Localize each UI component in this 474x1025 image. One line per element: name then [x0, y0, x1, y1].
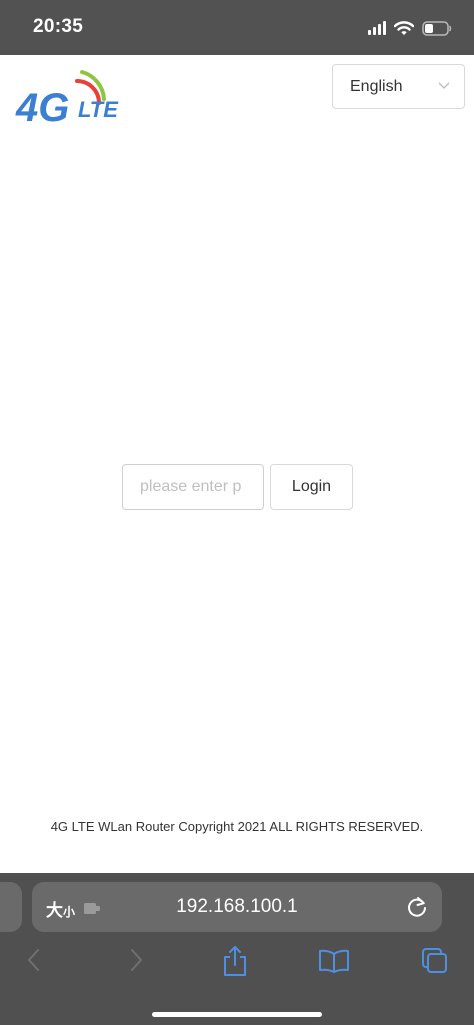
status-time: 20:35 — [33, 16, 84, 37]
status-bar: 20:35 — [0, 0, 474, 55]
login-button[interactable]: Login — [270, 464, 353, 510]
4g-lte-logo: 4G LTE — [14, 63, 140, 129]
svg-text:4G: 4G — [15, 86, 69, 129]
login-form: Login — [122, 464, 353, 510]
forward-icon[interactable] — [126, 947, 146, 973]
reload-icon[interactable] — [406, 895, 428, 919]
browser-bottom-bar: 大小 192.168.100.1 — [0, 873, 474, 1025]
router-login-page: 4G LTE English Login 4G LTE WLan Router … — [0, 55, 474, 873]
password-input[interactable] — [122, 464, 264, 510]
chevron-down-icon — [438, 82, 450, 89]
language-select[interactable]: English — [332, 64, 465, 109]
share-icon[interactable] — [221, 945, 249, 977]
copyright-footer: 4G LTE WLan Router Copyright 2021 ALL RI… — [50, 819, 424, 834]
address-bar[interactable]: 大小 192.168.100.1 — [32, 882, 442, 932]
back-icon[interactable] — [24, 947, 44, 973]
battery-icon — [422, 20, 452, 36]
status-icons — [368, 18, 452, 38]
previous-tab-preview[interactable] — [0, 882, 22, 932]
language-select-value: English — [350, 77, 403, 95]
url-text: 192.168.100.1 — [176, 896, 298, 917]
cellular-signal-icon — [368, 21, 386, 35]
home-indicator — [152, 1012, 322, 1017]
wifi-icon — [394, 20, 414, 36]
tabs-icon[interactable] — [421, 947, 449, 975]
bookmarks-icon[interactable] — [318, 949, 350, 973]
svg-text:LTE: LTE — [78, 97, 119, 122]
screen: 20:35 4G LTE English Login 4G LTE WLan R… — [0, 0, 474, 1025]
